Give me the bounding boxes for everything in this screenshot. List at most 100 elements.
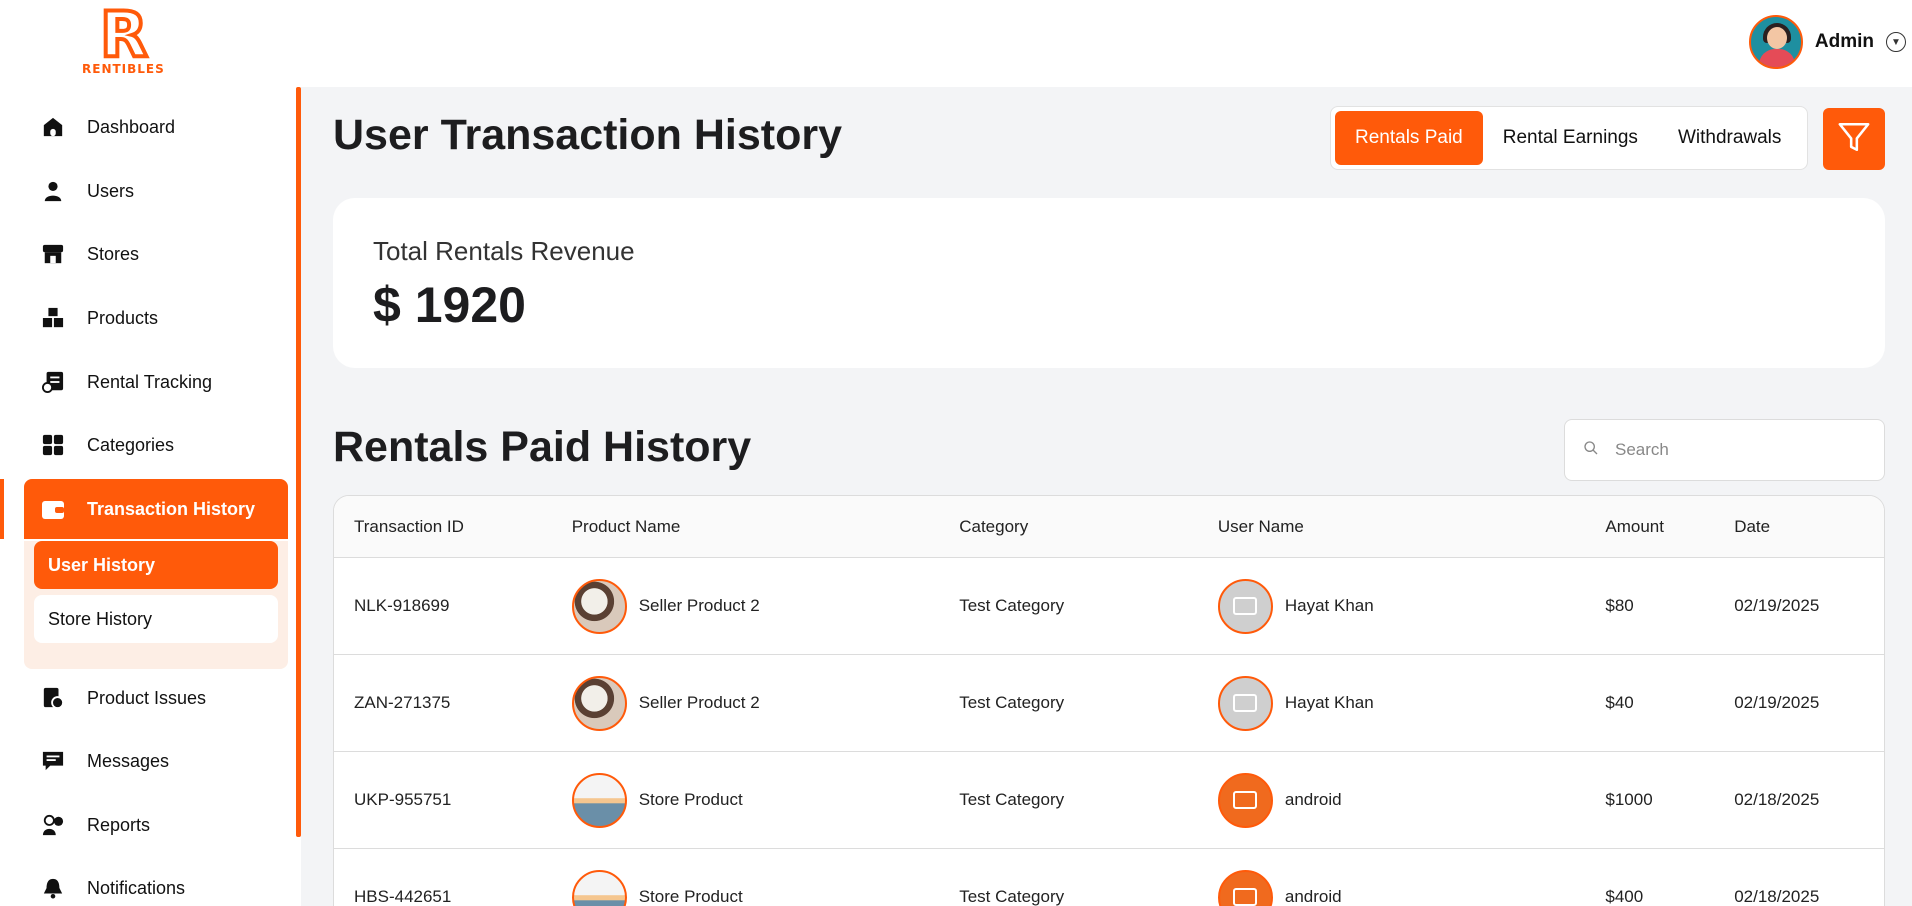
message-icon [41, 749, 65, 773]
category: Test Category [959, 790, 1065, 809]
user-name: Hayat Khan [1284, 596, 1374, 615]
top-bar: R RENTIBLES Admin ▼ [0, 0, 1912, 87]
table-row[interactable]: NLK-918699 Seller Product 2 Test Categor… [334, 558, 1884, 655]
product-name: Store Product [638, 887, 743, 906]
search-box[interactable] [1564, 419, 1885, 481]
column-header-transaction-id[interactable]: Transaction ID [334, 517, 572, 537]
submenu-item-store-history[interactable]: Store History [34, 595, 278, 643]
user-name[interactable]: Admin [1815, 31, 1874, 53]
product-name: Store Product [638, 790, 743, 809]
user-cell: Hayat Khan [1217, 675, 1606, 731]
column-header-amount[interactable]: Amount [1605, 517, 1734, 537]
brand-logo[interactable]: R RENTIBLES [78, 2, 190, 78]
product-cell: Store Product [571, 772, 960, 828]
logo-text: RENTIBLES [82, 62, 165, 76]
column-header-product-name[interactable]: Product Name [572, 517, 960, 537]
history-tabs: Rentals Paid Rental Earnings Withdrawals [1330, 106, 1808, 170]
sidebar-item-rental-tracking[interactable]: Rental Tracking [24, 352, 288, 412]
sidebar-item-dashboard[interactable]: Dashboard [24, 97, 288, 157]
tab-rental-earnings[interactable]: Rental Earnings [1483, 111, 1658, 165]
tracking-icon [41, 370, 65, 394]
sidebar-item-label: Reports [87, 814, 151, 835]
product-name: Seller Product 2 [638, 596, 760, 615]
image-placeholder-icon [1217, 578, 1273, 634]
table-header: Transaction ID Product Name Category Use… [334, 496, 1884, 558]
user-cell: android [1217, 772, 1606, 828]
sidebar-item-label: Stores [87, 243, 140, 264]
wallet-icon [41, 497, 65, 521]
boxes-icon [41, 306, 65, 330]
user-cell: android [1217, 869, 1606, 906]
search-input[interactable] [1615, 440, 1865, 460]
product-name: Seller Product 2 [638, 693, 760, 712]
sidebar-item-label: Transaction History [87, 498, 256, 519]
sidebar-item-users[interactable]: Users [24, 161, 288, 221]
amount: $400 [1605, 887, 1644, 906]
amount: $80 [1605, 596, 1634, 615]
sidebar-item-reports[interactable]: Reports [24, 795, 288, 855]
user-name: android [1284, 790, 1342, 809]
product-thumbnail [571, 578, 627, 634]
column-header-user-name[interactable]: User Name [1218, 517, 1606, 537]
product-thumbnail [571, 869, 627, 906]
product-cell: Seller Product 2 [571, 675, 960, 731]
sidebar: Dashboard Users Stores Products Rental T… [0, 87, 301, 906]
sidebar-item-label: Products [87, 307, 159, 328]
date: 02/18/2025 [1734, 887, 1820, 906]
column-header-category[interactable]: Category [959, 517, 1218, 537]
user-name: Hayat Khan [1284, 693, 1374, 712]
sidebar-item-categories[interactable]: Categories [24, 415, 288, 475]
store-icon [41, 242, 65, 266]
sidebar-item-notifications[interactable]: Notifications [24, 858, 288, 906]
product-thumbnail [571, 772, 627, 828]
date: 02/18/2025 [1734, 790, 1820, 809]
sidebar-item-label: Categories [87, 434, 175, 455]
revenue-label: Total Rentals Revenue [373, 236, 635, 266]
home-icon [41, 115, 65, 139]
image-placeholder-icon [1217, 675, 1273, 731]
product-cell: Seller Product 2 [571, 578, 960, 634]
category: Test Category [959, 596, 1065, 615]
tab-rentals-paid[interactable]: Rentals Paid [1335, 111, 1483, 165]
sidebar-item-messages[interactable]: Messages [24, 731, 288, 791]
sidebar-item-stores[interactable]: Stores [24, 224, 288, 284]
table-row[interactable]: ZAN-271375 Seller Product 2 Test Categor… [334, 655, 1884, 752]
sidebar-item-label: Notifications [87, 877, 186, 898]
sidebar-item-label: Dashboard [87, 116, 176, 137]
column-header-date[interactable]: Date [1734, 517, 1884, 537]
section-title: Rentals Paid History [333, 423, 752, 471]
transaction-submenu: User History Store History [24, 541, 288, 669]
sidebar-item-product-issues[interactable]: Product Issues [24, 668, 288, 728]
sidebar-item-label: Rental Tracking [87, 371, 213, 392]
transaction-id: ZAN-271375 [354, 693, 451, 712]
category: Test Category [959, 693, 1065, 712]
tab-withdrawals[interactable]: Withdrawals [1658, 111, 1801, 165]
amount: $1000 [1605, 790, 1653, 809]
bell-icon [41, 876, 65, 900]
user-cell: Hayat Khan [1217, 578, 1606, 634]
submenu-item-user-history[interactable]: User History [34, 541, 278, 589]
sidebar-item-products[interactable]: Products [24, 288, 288, 348]
chevron-down-icon[interactable]: ▼ [1886, 32, 1906, 52]
sidebar-item-label: Messages [87, 750, 170, 771]
product-cell: Store Product [571, 869, 960, 906]
amount: $40 [1605, 693, 1634, 712]
user-menu[interactable]: Admin ▼ [1748, 15, 1906, 69]
date: 02/19/2025 [1734, 596, 1820, 615]
user-avatar [1217, 869, 1273, 906]
table-row[interactable]: UKP-955751 Store Product Test Category a… [334, 752, 1884, 849]
page-title: User Transaction History [333, 111, 843, 159]
sidebar-item-transaction-history[interactable]: Transaction History [24, 479, 288, 539]
search-icon [1583, 440, 1599, 461]
transactions-table: Transaction ID Product Name Category Use… [333, 495, 1885, 906]
user-name: android [1284, 887, 1342, 906]
date: 02/19/2025 [1734, 693, 1820, 712]
avatar[interactable] [1748, 15, 1803, 69]
grid-icon [41, 433, 65, 457]
issue-icon [41, 686, 65, 710]
revenue-value: $ 1920 [373, 277, 526, 333]
filter-button[interactable] [1823, 108, 1885, 170]
filter-icon [1837, 120, 1871, 159]
reports-icon [41, 813, 65, 837]
table-row[interactable]: HBS-442651 Store Product Test Category a… [334, 849, 1884, 906]
